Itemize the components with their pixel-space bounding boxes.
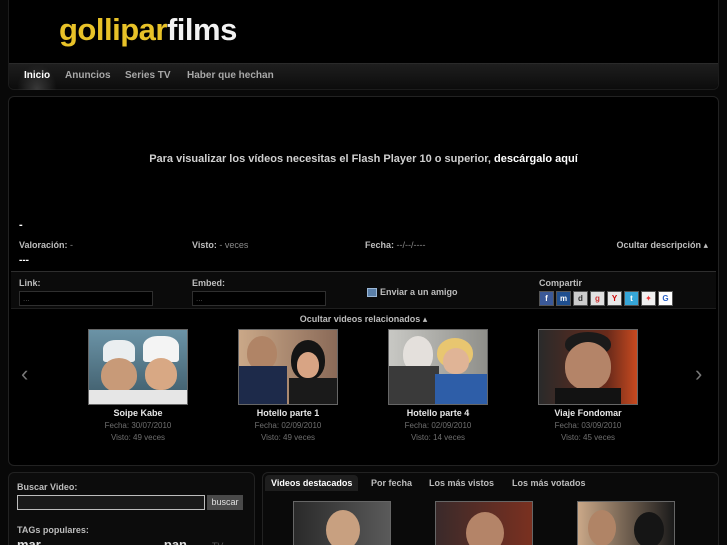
- video-description: ---: [19, 255, 29, 266]
- share-label: Compartir: [539, 278, 583, 288]
- share-icons: f m d g Y t ✦ G: [539, 291, 673, 306]
- related-video-views: Visto: 45 veces: [560, 433, 616, 442]
- link-field[interactable]: ...: [19, 291, 153, 306]
- main-nav: Inicio Anuncios Series TV Haber que hech…: [9, 63, 718, 90]
- carousel-prev-icon[interactable]: ‹: [21, 361, 28, 387]
- google-icon[interactable]: G: [658, 291, 673, 306]
- date-info: Fecha: --/--/----: [365, 240, 426, 250]
- featured-video-thumbnail[interactable]: [435, 501, 533, 545]
- tag-link[interactable]: mar: [17, 537, 41, 545]
- myspace-icon[interactable]: m: [556, 291, 571, 306]
- mail-icon: [367, 287, 377, 297]
- tab-por-fecha[interactable]: Por fecha: [365, 475, 418, 491]
- share-bar: Link: ... Embed: ... Enviar a un amigo C…: [11, 271, 716, 309]
- search-button[interactable]: buscar: [207, 495, 243, 510]
- related-video-title[interactable]: Hotello parte 4: [387, 408, 489, 418]
- delicious-icon[interactable]: d: [573, 291, 588, 306]
- related-video-title[interactable]: Hotello parte 1: [237, 408, 339, 418]
- tag-link[interactable]: pan: [164, 537, 187, 545]
- related-video-views: Visto: 49 veces: [260, 433, 316, 442]
- related-video-date: Fecha: 02/09/2010: [404, 421, 472, 430]
- link-label: Link:: [19, 278, 41, 288]
- video-thumbnail[interactable]: [538, 329, 638, 405]
- video-thumbnail[interactable]: [238, 329, 338, 405]
- video-thumbnail[interactable]: [388, 329, 488, 405]
- video-thumbnail[interactable]: [88, 329, 188, 405]
- hide-related-toggle[interactable]: Ocultar videos relacionados ▴: [9, 314, 718, 325]
- windows-live-icon[interactable]: ✦: [641, 291, 656, 306]
- facebook-icon[interactable]: f: [539, 291, 554, 306]
- tab-videos-destacados[interactable]: Videos destacados: [265, 475, 359, 491]
- video-title: -: [19, 219, 23, 231]
- featured-videos-panel: Videos destacados Por fecha Los más vist…: [262, 472, 719, 545]
- related-video-card[interactable]: Hotello parte 1 Fecha: 02/09/2010 Visto:…: [237, 329, 339, 442]
- tag-cloud: mar pan TV: [17, 537, 223, 545]
- video-player-panel: Para visualizar los vídeos necesitas el …: [8, 96, 719, 466]
- search-label: Buscar Video:: [17, 482, 78, 492]
- tag-link[interactable]: TV: [212, 541, 224, 545]
- nav-item-anuncios[interactable]: Anuncios: [65, 70, 111, 81]
- yahoo-icon[interactable]: Y: [607, 291, 622, 306]
- embed-label: Embed:: [192, 278, 226, 288]
- related-video-date: Fecha: 30/07/2010: [104, 421, 172, 430]
- featured-video-thumbnail[interactable]: [577, 501, 675, 545]
- flash-player-message: Para visualizar los vídeos necesitas el …: [149, 153, 578, 165]
- hide-description-toggle[interactable]: Ocultar descripción ▴: [616, 240, 708, 251]
- site-header: golliparfilms Inicio Anuncios Series TV …: [8, 0, 719, 90]
- related-video-card[interactable]: Viaje Fondomar Fecha: 03/09/2010 Visto: …: [537, 329, 639, 442]
- popular-tags-label: TAGs populares:: [17, 525, 89, 535]
- related-video-views: Visto: 14 veces: [410, 433, 466, 442]
- related-video-views: Visto: 49 veces: [110, 433, 166, 442]
- nav-item-inicio[interactable]: Inicio: [24, 70, 50, 81]
- search-input[interactable]: [17, 495, 205, 510]
- embed-field[interactable]: ...: [192, 291, 326, 306]
- twitter-icon[interactable]: t: [624, 291, 639, 306]
- views-info: Visto: - veces: [192, 240, 249, 250]
- search-panel: Buscar Video: buscar TAGs populares: mar…: [8, 472, 255, 545]
- tab-mas-votados[interactable]: Los más votados: [506, 475, 592, 491]
- related-video-date: Fecha: 02/09/2010: [254, 421, 322, 430]
- related-video-title[interactable]: Viaje Fondomar: [537, 408, 639, 418]
- featured-video-thumbnail[interactable]: [293, 501, 391, 545]
- carousel-next-icon[interactable]: ›: [695, 361, 702, 387]
- related-video-date: Fecha: 03/09/2010: [554, 421, 622, 430]
- nav-item-series-tv[interactable]: Series TV: [125, 70, 171, 81]
- related-video-card[interactable]: Soipe Kabe Fecha: 30/07/2010 Visto: 49 v…: [87, 329, 189, 442]
- google-reader-icon[interactable]: g: [590, 291, 605, 306]
- related-video-title[interactable]: Soipe Kabe: [87, 408, 189, 418]
- rating-info: Valoración: -: [19, 240, 74, 250]
- tab-mas-vistos[interactable]: Los más vistos: [423, 475, 500, 491]
- nav-item-haber-que-hechan[interactable]: Haber que hechan: [187, 70, 274, 81]
- related-video-card[interactable]: Hotello parte 4 Fecha: 02/09/2010 Visto:…: [387, 329, 489, 442]
- flash-download-link[interactable]: descárgalo aquí: [494, 153, 578, 165]
- site-logo[interactable]: golliparfilms: [59, 12, 237, 48]
- send-to-friend-link[interactable]: Enviar a un amigo: [367, 287, 458, 297]
